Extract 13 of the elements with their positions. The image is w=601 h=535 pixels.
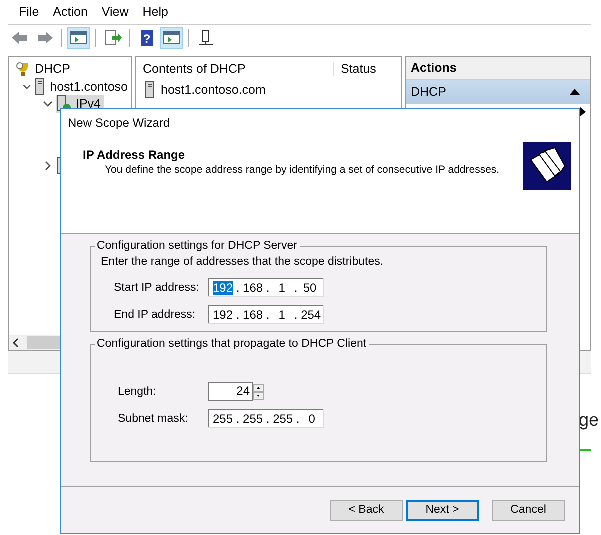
instruction-text: Enter the range of addresses that the scope distributes.	[101, 256, 385, 268]
field-label: Start IP address:	[113, 282, 200, 294]
field-label: End IP address:	[113, 308, 197, 320]
help-glyph: ?	[142, 32, 150, 46]
group-legend: Configuration settings for DHCP Server	[95, 240, 300, 252]
window-title: New Scope Wizard	[61, 109, 579, 138]
background-text: ge	[578, 410, 599, 431]
page-heading: IP Address Range	[83, 148, 186, 162]
page-description: You define the scope address range by identifying a set of consecutive IP addresses.	[104, 164, 500, 176]
field-label: Length:	[117, 386, 158, 398]
field-label: Subnet mask:	[117, 412, 190, 424]
actions-header: Actions	[406, 57, 590, 80]
group-legend: Configuration settings that propagate to DHCP Client	[95, 338, 369, 350]
